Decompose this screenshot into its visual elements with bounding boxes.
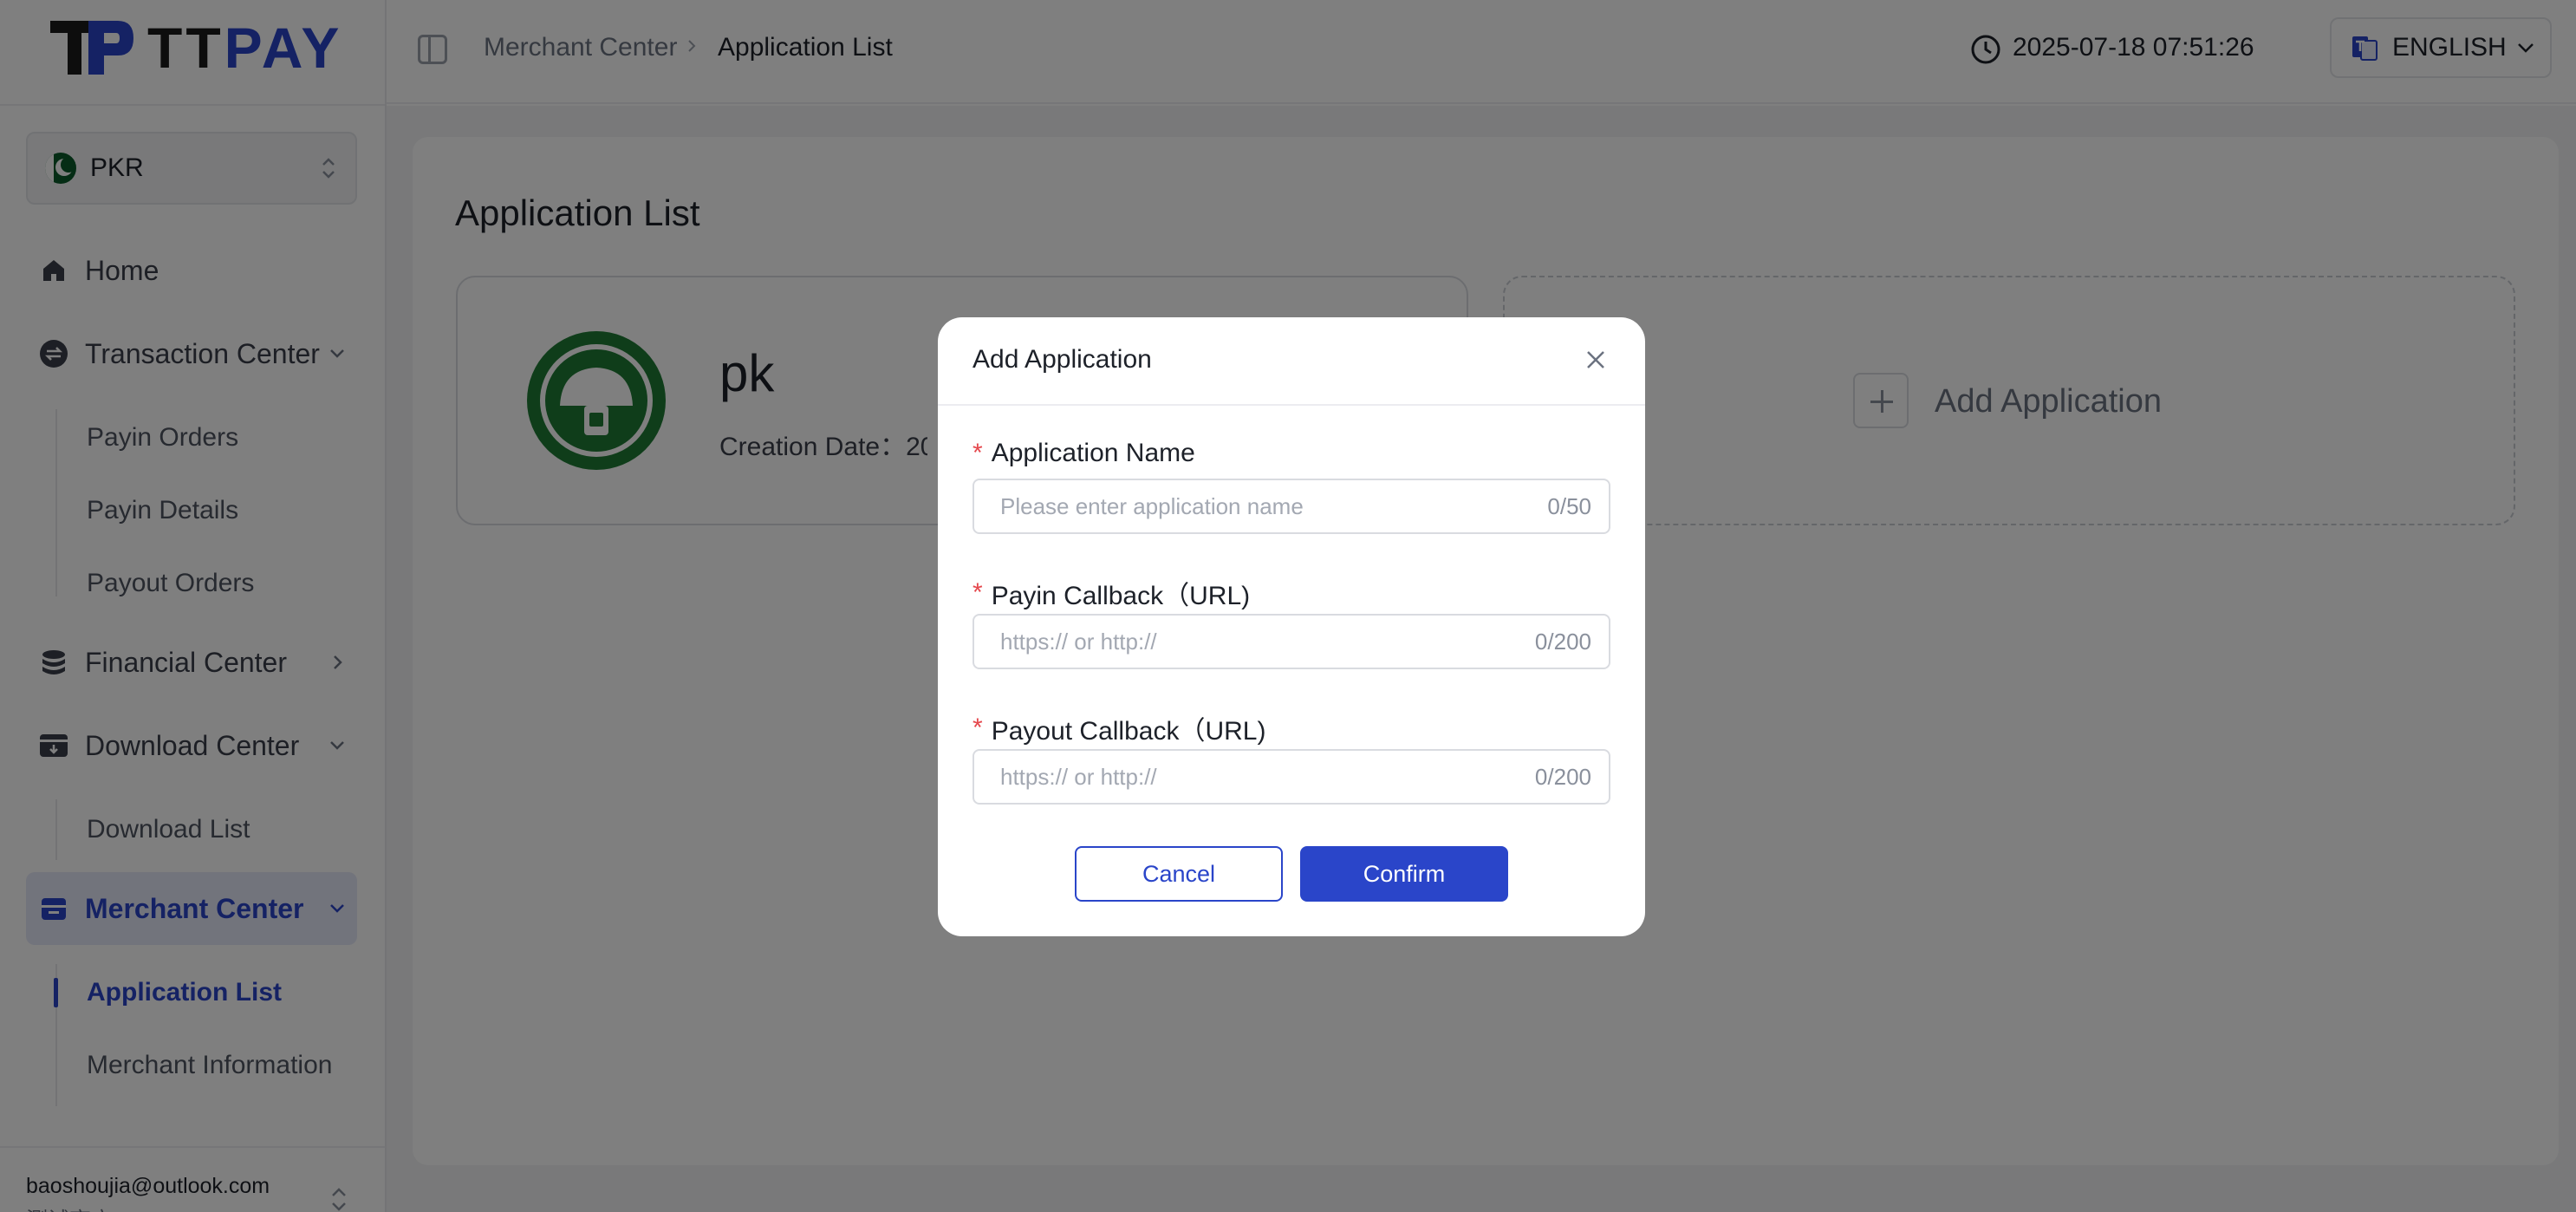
application-name-input[interactable] xyxy=(1000,492,1548,520)
required-mark: * xyxy=(973,714,983,742)
char-counter: 0/50 xyxy=(1547,492,1591,519)
payout-callback-input[interactable] xyxy=(1000,763,1535,791)
payout-callback-label: * Payout Callback（URL) xyxy=(973,714,1266,746)
confirm-button[interactable]: Confirm xyxy=(1300,846,1508,902)
cancel-button[interactable]: Cancel xyxy=(1075,846,1283,902)
payout-callback-field[interactable]: 0/200 xyxy=(973,749,1610,805)
char-counter: 0/200 xyxy=(1534,628,1591,655)
application-name-field[interactable]: 0/50 xyxy=(973,479,1610,534)
required-mark: * xyxy=(973,578,983,607)
close-icon[interactable] xyxy=(1583,347,1609,373)
modal-title: Add Application xyxy=(973,345,1152,374)
add-application-modal: Add Application * Application Name 0/50 … xyxy=(938,317,1645,936)
payin-callback-label: * Payin Callback（URL) xyxy=(973,578,1251,610)
payin-callback-field[interactable]: 0/200 xyxy=(973,614,1610,669)
application-name-label: * Application Name xyxy=(973,439,1195,467)
payin-callback-input[interactable] xyxy=(1000,628,1535,655)
char-counter: 0/200 xyxy=(1534,763,1591,790)
required-mark: * xyxy=(973,439,983,467)
